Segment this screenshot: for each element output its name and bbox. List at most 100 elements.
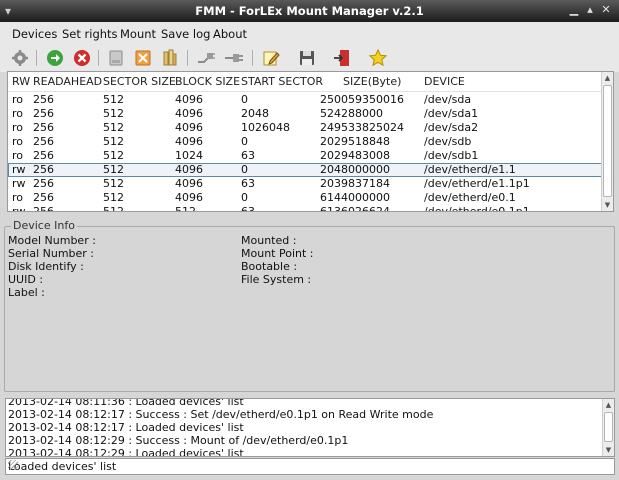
toolbar: [0, 44, 619, 72]
cell-start-sector: 0: [241, 93, 248, 106]
cell-size: 2029483008: [320, 149, 390, 162]
exit-icon[interactable]: [332, 48, 352, 68]
uuid-label: UUID :: [8, 273, 44, 286]
gear-icon[interactable]: [10, 48, 30, 68]
table-row[interactable]: ro 256 512 4096 2048 524288000/dev/sda1: [8, 107, 602, 121]
column-header[interactable]: RW: [12, 75, 30, 88]
cell-sector-size: 512: [103, 107, 124, 120]
cell-size: 2048000000: [320, 163, 390, 176]
cell-sector-size: 512: [103, 177, 124, 190]
mounted-label: Mounted :: [241, 234, 297, 247]
cell-rw: ro: [12, 121, 24, 134]
column-header[interactable]: READAHEAD: [33, 75, 102, 88]
cell-block-size: 1024: [175, 149, 203, 162]
device-info-panel: Device Info Model Number : Serial Number…: [4, 219, 615, 392]
cell-start-sector: 63: [241, 149, 255, 162]
plug-out-icon[interactable]: [196, 48, 216, 68]
bootable-label: Bootable :: [241, 260, 298, 273]
cell-block-size: 4096: [175, 107, 203, 120]
menu-save-log[interactable]: Save log: [161, 27, 210, 41]
column-header[interactable]: BLOCK SIZE: [175, 75, 240, 88]
cell-start-sector: 63: [241, 205, 255, 212]
scrollbar-thumb[interactable]: [603, 85, 612, 197]
drive-icon[interactable]: [106, 48, 126, 68]
log-panel[interactable]: 2013-02-14 08:11:36 : Loaded devices' li…: [5, 398, 615, 457]
cell-rw: ro: [12, 135, 24, 148]
table-header: RW READAHEAD SECTOR SIZE BLOCK SIZE STAR…: [8, 72, 602, 92]
log-scrollbar[interactable]: ▲ ▼: [602, 399, 614, 456]
cell-start-sector: 0: [241, 191, 248, 204]
table-row[interactable]: rw 256 512 4096 0 2048000000/dev/etherd/e1.1: [8, 163, 602, 177]
menu-mount[interactable]: Mount: [120, 27, 156, 41]
scroll-up-icon[interactable]: ▲: [603, 399, 614, 411]
table-row[interactable]: ro 256 512 4096 0 6144000000/dev/etherd/e0.1: [8, 191, 602, 205]
cell-size: 6144000000: [320, 191, 390, 204]
stop-icon[interactable]: [72, 48, 92, 68]
cell-sector-size: 512: [103, 149, 124, 162]
menu-set-rights[interactable]: Set rights: [62, 27, 118, 41]
edit-icon[interactable]: [261, 48, 281, 68]
cell-block-size: 4096: [175, 163, 203, 176]
cell-start-sector: 0: [241, 163, 248, 176]
devices-table-scrollbar[interactable]: ▲ ▼: [601, 72, 613, 211]
cell-start-sector: 2048: [241, 107, 269, 120]
format-icon[interactable]: [133, 48, 153, 68]
cell-rw: ro: [12, 93, 24, 106]
menu-about[interactable]: About: [213, 27, 247, 41]
column-header[interactable]: START SECTOR: [241, 75, 323, 88]
log-line: 2013-02-14 08:12:29 : Loaded devices' li…: [8, 447, 244, 457]
close-icon[interactable]: ✕: [599, 3, 613, 17]
cell-size: 524288000: [320, 107, 383, 120]
save-icon[interactable]: [297, 48, 317, 68]
file-system-label: File System :: [241, 273, 312, 286]
device-info-legend: Device Info: [11, 219, 77, 232]
cell-size: 2039837184: [320, 177, 390, 190]
star-icon[interactable]: [368, 48, 388, 68]
title-bar[interactable]: ▾ FMM - ForLEx Mount Manager v.2.1 ▁ ▴ ✕: [0, 0, 619, 22]
plug-in-icon[interactable]: [224, 48, 244, 68]
column-header[interactable]: SIZE(Byte): [343, 75, 401, 88]
scroll-down-icon[interactable]: ▼: [602, 199, 613, 211]
cell-size: 2029518848: [320, 135, 390, 148]
table-row[interactable]: rw 256 512 512 63 6136026624/dev/etherd/e0.1p…: [8, 205, 602, 212]
cell-sector-size: 512: [103, 163, 124, 176]
cell-sector-size: 512: [103, 205, 124, 212]
cell-readahead: 256: [33, 135, 54, 148]
model-number-label: Model Number :: [8, 234, 96, 247]
column-header[interactable]: SECTOR SIZE: [103, 75, 176, 88]
minimize-icon[interactable]: ▁: [567, 3, 581, 17]
log-line: 2013-02-14 08:12:29 : Success : Mount of…: [8, 434, 349, 447]
log-line: 2013-02-14 08:11:36 : Loaded devices' li…: [8, 398, 244, 408]
cell-block-size: 4096: [175, 121, 203, 134]
maximize-icon[interactable]: ▴: [583, 3, 597, 17]
cell-block-size: 4096: [175, 135, 203, 148]
cell-readahead: 256: [33, 93, 54, 106]
log-line: 2013-02-14 08:12:17 : Loaded devices' li…: [8, 421, 244, 434]
menu-devices[interactable]: Devices: [12, 27, 57, 41]
cell-size: 249533825024: [320, 121, 404, 134]
cell-start-sector: 1026048: [241, 121, 290, 134]
cell-device: /dev/sda2: [424, 121, 479, 134]
table-row[interactable]: rw 256 512 4096 63 2039837184/dev/etherd/e1.1…: [8, 177, 602, 191]
cell-readahead: 256: [33, 149, 54, 162]
table-row[interactable]: ro 256 512 1024 63 2029483008/dev/sdb1: [8, 149, 602, 163]
table-row[interactable]: ro 256 512 4096 1026048 249533825024/dev/sda2: [8, 121, 602, 135]
forward-icon[interactable]: [45, 48, 65, 68]
cell-readahead: 256: [33, 163, 54, 176]
column-header[interactable]: DEVICE: [424, 75, 465, 88]
cell-block-size: 4096: [175, 191, 203, 204]
cell-size: 6136026624: [320, 205, 390, 212]
scrollbar-thumb[interactable]: [604, 412, 613, 442]
resize-grip-icon[interactable]: [8, 460, 18, 470]
cell-block-size: 4096: [175, 177, 203, 190]
cell-start-sector: 63: [241, 177, 255, 190]
scroll-down-icon[interactable]: ▼: [603, 444, 614, 456]
scroll-up-icon[interactable]: ▲: [602, 72, 613, 84]
devices-table: RW READAHEAD SECTOR SIZE BLOCK SIZE STAR…: [7, 71, 614, 212]
files-icon[interactable]: [160, 48, 180, 68]
cell-rw: rw: [12, 205, 26, 212]
cell-sector-size: 512: [103, 121, 124, 134]
cell-readahead: 256: [33, 177, 54, 190]
table-row[interactable]: ro 256 512 4096 0 250059350016/dev/sda: [8, 93, 602, 107]
table-row[interactable]: ro 256 512 4096 0 2029518848/dev/sdb: [8, 135, 602, 149]
